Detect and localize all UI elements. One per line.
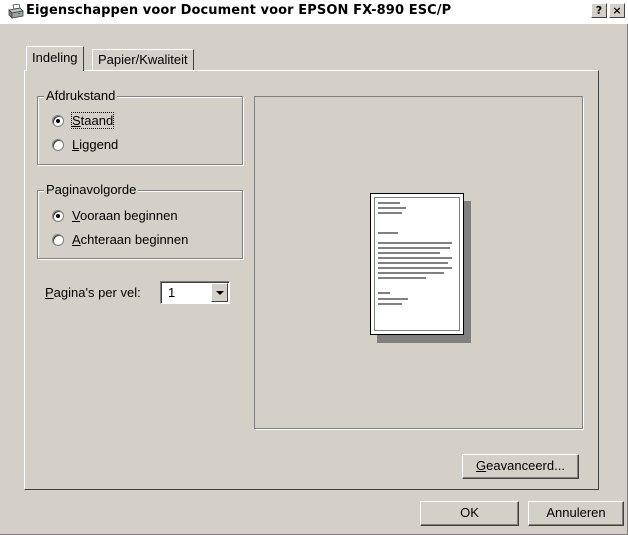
text-line xyxy=(378,202,400,204)
text-line xyxy=(378,267,452,269)
text-line xyxy=(378,303,402,305)
text-line xyxy=(378,298,408,300)
page-order-back-label: Achteraan beginnen xyxy=(72,232,189,247)
text-line xyxy=(378,277,426,279)
tab-papier-kwaliteit[interactable]: Papier/Kwaliteit xyxy=(92,49,194,71)
document-properties-dialog: Eigenschappen voor Document voor EPSON F… xyxy=(0,0,628,535)
text-line xyxy=(378,252,440,254)
text-line xyxy=(378,257,452,259)
pages-per-sheet-select[interactable]: 1 xyxy=(160,281,230,304)
page-order-group-title: Paginavolgorde xyxy=(44,182,139,197)
radio-indicator[interactable] xyxy=(52,234,64,246)
text-line xyxy=(378,292,390,294)
orientation-group: Afdrukstand Staand Liggend xyxy=(37,88,243,165)
pages-per-sheet-value: 1 xyxy=(168,285,176,300)
text-line xyxy=(378,262,448,264)
tab-panel-indeling: Afdrukstand Staand Liggend Paginavolgord… xyxy=(24,70,599,490)
radio-indicator[interactable] xyxy=(52,115,64,127)
page-order-group: Paginavolgorde Vooraan beginnen Achteraa… xyxy=(37,182,243,259)
cancel-button[interactable]: Annuleren xyxy=(528,501,624,526)
orientation-landscape-label: Liggend xyxy=(72,137,119,152)
orientation-portrait-label: Staand xyxy=(70,112,115,129)
page-margin xyxy=(374,197,460,331)
text-line xyxy=(378,247,450,249)
title-bar[interactable]: Eigenschappen voor Document voor EPSON F… xyxy=(0,0,628,24)
close-button[interactable]: × xyxy=(609,3,625,18)
orientation-group-title: Afdrukstand xyxy=(44,88,118,103)
advanced-button[interactable]: Geavanceerd... xyxy=(462,454,579,479)
radio-indicator[interactable] xyxy=(52,210,64,222)
text-line xyxy=(378,207,406,209)
printer-icon xyxy=(8,4,24,19)
text-line xyxy=(378,212,402,214)
window-title: Eigenschappen voor Document voor EPSON F… xyxy=(26,3,452,18)
page-preview xyxy=(254,96,583,429)
document-page-icon xyxy=(370,193,464,335)
pages-per-sheet-label: Pagina's per vel: xyxy=(45,285,141,300)
text-line xyxy=(378,232,398,234)
page-order-front-label: Vooraan beginnen xyxy=(72,208,178,223)
text-line xyxy=(378,272,444,274)
radio-indicator[interactable] xyxy=(52,139,64,151)
help-button[interactable]: ? xyxy=(591,3,607,18)
tab-indeling[interactable]: Indeling xyxy=(26,46,84,71)
ok-button[interactable]: OK xyxy=(420,501,519,526)
chevron-down-icon[interactable] xyxy=(211,283,228,302)
text-line xyxy=(378,242,452,244)
